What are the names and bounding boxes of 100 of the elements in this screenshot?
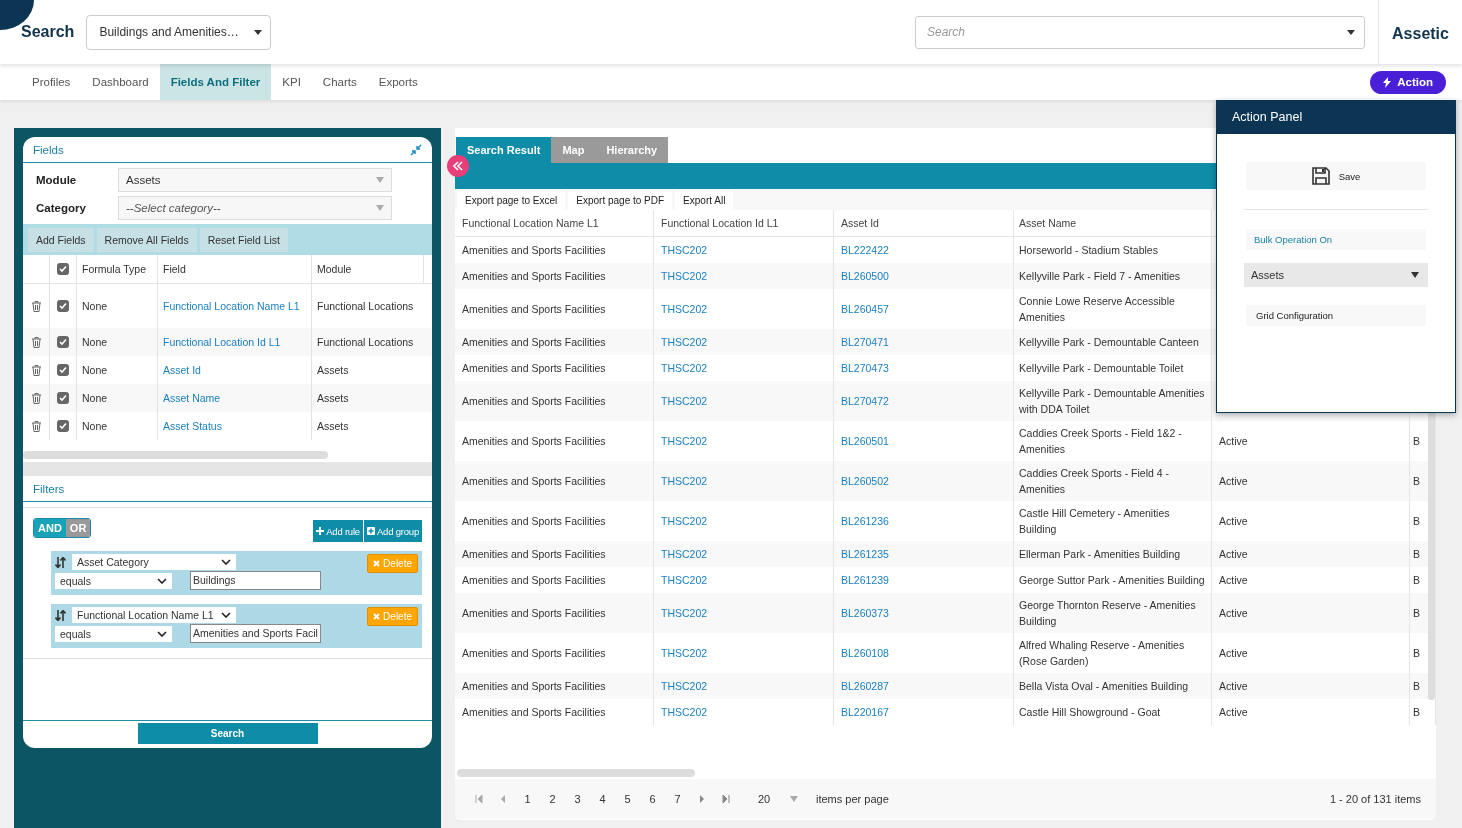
field-link[interactable]: Asset Name (163, 390, 221, 406)
location-link[interactable]: THSC202 (661, 433, 708, 449)
field-select[interactable]: Asset Category (72, 554, 236, 570)
nav-tab[interactable]: Exports (367, 64, 429, 100)
asset-link[interactable]: BL220167 (841, 704, 889, 720)
trash-icon[interactable] (31, 420, 41, 432)
scrollbar[interactable] (23, 451, 328, 459)
checkbox[interactable] (57, 300, 69, 312)
field-link[interactable]: Functional Location Name L1 (163, 298, 300, 314)
nav-tab[interactable]: Profiles (21, 64, 82, 100)
page-number[interactable]: 6 (640, 793, 665, 805)
collapse-icon[interactable] (447, 155, 469, 177)
field-link[interactable]: Asset Status (163, 418, 222, 434)
bulk-operation-button[interactable]: Bulk Operation On (1246, 229, 1426, 250)
checkbox[interactable] (57, 336, 69, 348)
asset-link[interactable]: BL222422 (841, 242, 889, 258)
location-link[interactable]: THSC202 (661, 678, 708, 694)
location-link[interactable]: THSC202 (661, 334, 708, 350)
page-number[interactable]: 5 (615, 793, 640, 805)
asset-link[interactable]: BL261236 (841, 513, 889, 529)
grid-configuration-button[interactable]: Grid Configuration (1246, 305, 1426, 326)
category-select[interactable]: --Select category-- (118, 196, 392, 220)
search-button[interactable]: Search (137, 723, 318, 744)
checkbox[interactable] (57, 263, 69, 275)
location-link[interactable]: THSC202 (661, 645, 708, 661)
trash-icon[interactable] (31, 300, 41, 312)
page-size-select[interactable]: 20 (758, 793, 798, 805)
location-link[interactable]: THSC202 (661, 546, 708, 562)
asset-link[interactable]: BL260373 (841, 605, 889, 621)
asset-link[interactable]: BL260501 (841, 433, 889, 449)
location-link[interactable]: THSC202 (661, 268, 708, 284)
collapse-icon[interactable] (410, 143, 422, 156)
trash-icon[interactable] (31, 392, 41, 404)
last-page-icon[interactable] (722, 795, 730, 803)
location-link[interactable]: THSC202 (661, 301, 708, 317)
toolbar-button[interactable]: Add Fields (28, 227, 94, 252)
nav-tab[interactable]: Dashboard (81, 64, 160, 100)
asset-link[interactable]: BL260500 (841, 268, 889, 284)
condition-toggle[interactable]: AND (34, 519, 66, 537)
field-link[interactable]: Asset Id (163, 362, 201, 378)
asset-link[interactable]: BL260457 (841, 301, 889, 317)
nav-tab[interactable]: Charts (311, 64, 368, 100)
location-link[interactable]: THSC202 (661, 572, 708, 588)
add-rule-button[interactable]: Add rule (313, 520, 363, 542)
location-link[interactable]: THSC202 (661, 473, 708, 489)
module-select[interactable]: Assets (118, 168, 392, 192)
add-group-button[interactable]: Add group (363, 520, 422, 542)
asset-link[interactable]: BL270473 (841, 360, 889, 376)
export-button[interactable]: Export page to Excel (457, 190, 566, 210)
module-select[interactable]: Assets (1244, 263, 1428, 287)
result-tab[interactable]: Search Result (456, 137, 552, 163)
asset-link[interactable]: BL270472 (841, 393, 889, 409)
sort-icon[interactable] (55, 556, 66, 568)
toolbar-button[interactable]: Remove All Fields (96, 227, 197, 252)
location-link[interactable]: THSC202 (661, 242, 708, 258)
asset-link[interactable]: BL260108 (841, 645, 889, 661)
search-field[interactable]: Search (915, 15, 1365, 49)
location-link[interactable]: THSC202 (661, 393, 708, 409)
action-button[interactable]: Action (1370, 70, 1446, 94)
table-cell-text: Caddies Creek Sports - Field 4 - Amenities (1019, 466, 1170, 497)
nav-tab[interactable]: Fields And Filter (159, 64, 272, 100)
operator-select[interactable]: equals (55, 572, 172, 589)
next-page-icon[interactable] (698, 795, 706, 803)
location-link[interactable]: THSC202 (661, 513, 708, 529)
checkbox[interactable] (57, 364, 69, 376)
value-input[interactable]: Buildings (190, 571, 321, 590)
location-link[interactable]: THSC202 (661, 704, 708, 720)
page-number[interactable]: 4 (590, 793, 615, 805)
sort-icon[interactable] (55, 609, 66, 621)
asset-link[interactable]: BL270471 (841, 334, 889, 350)
page-number[interactable]: 1 (515, 793, 540, 805)
operator-select[interactable]: equals (55, 625, 172, 642)
field-link[interactable]: Functional Location Id L1 (163, 334, 281, 350)
asset-link[interactable]: BL260502 (841, 473, 889, 489)
checkbox[interactable] (57, 392, 69, 404)
export-button[interactable]: Export page to PDF (568, 190, 673, 210)
profile-dropdown[interactable]: Buildings and Amenities… (86, 14, 272, 50)
toolbar-button[interactable]: Reset Field List (199, 227, 288, 252)
checkbox[interactable] (57, 420, 69, 432)
export-button[interactable]: Export All (675, 190, 734, 210)
field-select[interactable]: Functional Location Name L1 (72, 607, 236, 623)
scrollbar[interactable] (457, 769, 695, 777)
condition-toggle[interactable]: OR (65, 519, 91, 537)
asset-link[interactable]: BL261239 (841, 572, 889, 588)
save-button[interactable]: Save (1246, 162, 1426, 190)
value-input[interactable]: Amenities and Sports Facil (190, 624, 321, 643)
trash-icon[interactable] (31, 364, 41, 376)
trash-icon[interactable] (31, 336, 41, 348)
page-number[interactable]: 7 (665, 793, 690, 805)
asset-link[interactable]: BL261235 (841, 546, 889, 562)
location-link[interactable]: THSC202 (661, 360, 708, 376)
nav-tab[interactable]: KPI (271, 64, 312, 100)
page-number[interactable]: 2 (540, 793, 565, 805)
page-number[interactable]: 3 (565, 793, 590, 805)
result-tab[interactable]: Map (551, 137, 596, 163)
close-icon (373, 613, 381, 620)
result-tab[interactable]: Hierarchy (595, 137, 669, 163)
scrollbar[interactable] (1428, 410, 1435, 700)
location-link[interactable]: THSC202 (661, 605, 708, 621)
asset-link[interactable]: BL260287 (841, 678, 889, 694)
